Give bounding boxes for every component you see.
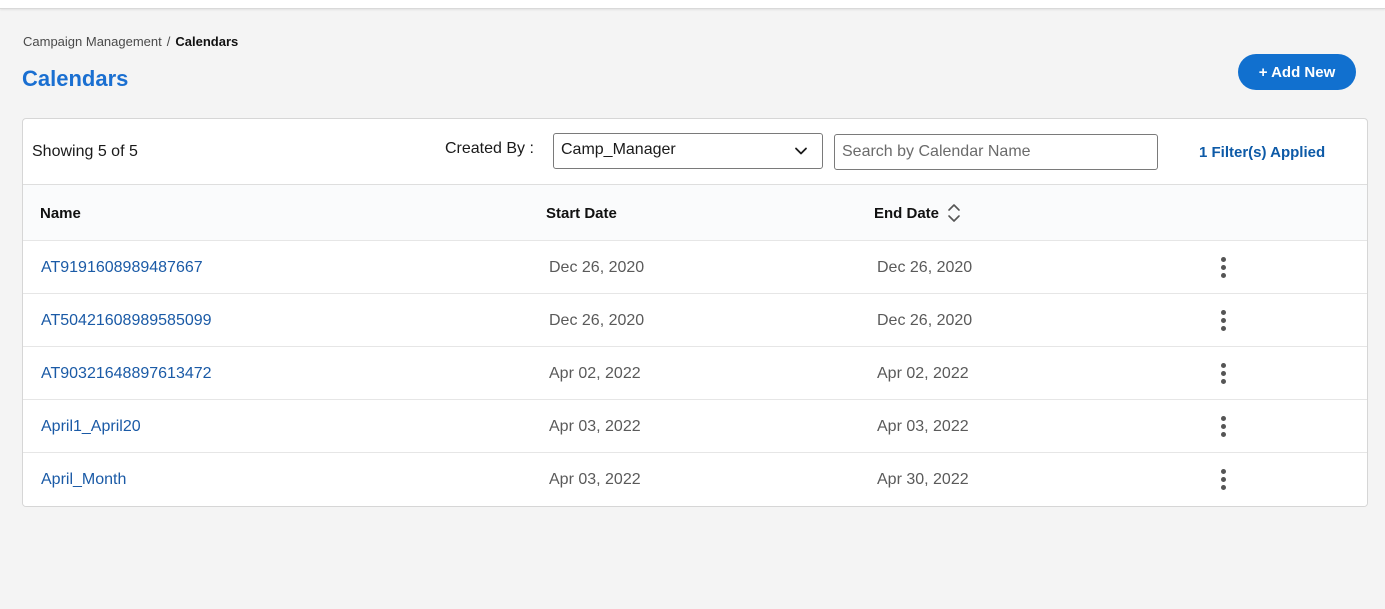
table-row: April_Month Apr 03, 2022 Apr 30, 2022	[23, 453, 1367, 506]
add-new-button[interactable]: + Add New	[1238, 54, 1356, 90]
breadcrumb-current: Calendars	[175, 34, 238, 49]
more-vertical-icon[interactable]	[1213, 359, 1233, 387]
end-date-cell: Apr 03, 2022	[877, 418, 969, 436]
end-date-cell: Apr 30, 2022	[877, 471, 969, 489]
table-row: AT90321648897613472 Apr 02, 2022 Apr 02,…	[23, 347, 1367, 400]
filters-applied-link[interactable]: 1 Filter(s) Applied	[1199, 144, 1325, 161]
breadcrumb-separator: /	[167, 34, 171, 49]
chevron-down-icon	[794, 144, 808, 158]
end-date-cell: Apr 02, 2022	[877, 365, 969, 383]
calendar-name-link[interactable]: April_Month	[41, 471, 126, 489]
calendars-table-card: Showing 5 of 5 Created By : Camp_Manager…	[22, 118, 1368, 507]
calendar-name-link[interactable]: AT90321648897613472	[41, 365, 212, 383]
end-date-cell: Dec 26, 2020	[877, 312, 972, 330]
start-date-cell: Apr 03, 2022	[549, 418, 641, 436]
more-vertical-icon[interactable]	[1213, 306, 1233, 334]
column-header-name: Name	[40, 205, 81, 222]
end-date-cell: Dec 26, 2020	[877, 259, 972, 277]
breadcrumb: Campaign Management / Calendars	[23, 34, 238, 49]
page-title: Calendars	[22, 66, 128, 92]
table-row: AT50421608989585099 Dec 26, 2020 Dec 26,…	[23, 294, 1367, 347]
created-by-value: Camp_Manager	[561, 141, 676, 159]
start-date-cell: Dec 26, 2020	[549, 259, 644, 277]
sort-icon[interactable]	[947, 203, 961, 223]
top-bar	[0, 0, 1385, 9]
table-header: Name Start Date End Date	[23, 185, 1367, 241]
table-toolbar: Showing 5 of 5 Created By : Camp_Manager…	[23, 119, 1367, 185]
table-row: AT9191608989487667 Dec 26, 2020 Dec 26, …	[23, 241, 1367, 294]
column-header-end-date[interactable]: End Date	[874, 205, 939, 222]
table-row: April1_April20 Apr 03, 2022 Apr 03, 2022	[23, 400, 1367, 453]
more-vertical-icon[interactable]	[1213, 412, 1233, 440]
start-date-cell: Apr 02, 2022	[549, 365, 641, 383]
calendar-name-link[interactable]: AT9191608989487667	[41, 259, 203, 277]
showing-count: Showing 5 of 5	[32, 143, 138, 161]
calendar-name-link[interactable]: AT50421608989585099	[41, 312, 212, 330]
more-vertical-icon[interactable]	[1213, 465, 1233, 493]
created-by-select[interactable]: Camp_Manager	[553, 133, 823, 169]
more-vertical-icon[interactable]	[1213, 253, 1233, 281]
calendar-name-link[interactable]: April1_April20	[41, 418, 141, 436]
created-by-label: Created By :	[445, 140, 534, 158]
start-date-cell: Dec 26, 2020	[549, 312, 644, 330]
search-input[interactable]	[834, 134, 1158, 170]
start-date-cell: Apr 03, 2022	[549, 471, 641, 489]
breadcrumb-campaign-management[interactable]: Campaign Management	[23, 34, 162, 49]
column-header-start-date: Start Date	[546, 205, 617, 222]
